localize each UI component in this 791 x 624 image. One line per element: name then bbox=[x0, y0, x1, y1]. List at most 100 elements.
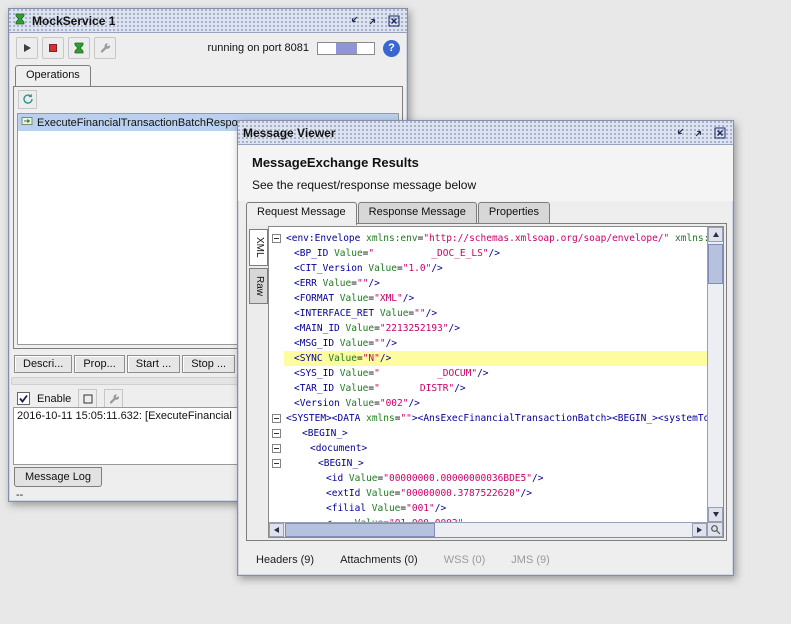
fold-gutter-cell bbox=[269, 426, 284, 441]
scrollbar-down-button[interactable] bbox=[708, 507, 723, 522]
xml-line: <ERR Value=""/> bbox=[294, 278, 380, 289]
clear-log-button[interactable] bbox=[78, 389, 98, 408]
fold-gutter-cell bbox=[269, 321, 284, 336]
restore-icon bbox=[677, 128, 684, 135]
mockservice-title: MockService 1 bbox=[32, 13, 116, 28]
xml-line: <BEGIN_> bbox=[318, 458, 364, 469]
refresh-operations-button[interactable] bbox=[18, 89, 37, 109]
mockservice-restore-button[interactable] bbox=[345, 13, 362, 28]
fold-gutter-cell bbox=[269, 396, 284, 411]
fold-collapse-icon[interactable] bbox=[272, 444, 281, 453]
wrench-icon bbox=[100, 43, 110, 53]
horizontal-scrollbar-thumb[interactable] bbox=[285, 523, 435, 537]
fold-collapse-icon[interactable] bbox=[272, 234, 281, 243]
operation-icon bbox=[21, 115, 33, 130]
scrollbar-right-button[interactable] bbox=[692, 523, 707, 537]
properties-button[interactable]: Prop... bbox=[74, 355, 125, 373]
mockservice-action-buttons: Descri... Prop... Start ... Stop ... bbox=[14, 355, 236, 373]
xml-code-area[interactable]: <env:Envelope xmlns:env="http://schemas.… bbox=[284, 227, 707, 522]
vertical-scrollbar[interactable] bbox=[707, 227, 723, 522]
xml-line: <extId Value="00000000.3787522620"/> bbox=[326, 488, 532, 499]
message-viewer-titlebar[interactable]: Message Viewer bbox=[238, 121, 733, 145]
mockservice-options-button[interactable] bbox=[94, 37, 116, 59]
scrollbar-up-button[interactable] bbox=[708, 227, 723, 242]
mockservice-close-button[interactable] bbox=[385, 13, 402, 28]
tab-raw[interactable]: Raw bbox=[249, 267, 268, 304]
tab-operations[interactable]: Operations bbox=[15, 65, 91, 86]
close-icon bbox=[714, 127, 725, 138]
progress-fill bbox=[336, 42, 357, 54]
tab-properties[interactable]: Properties bbox=[477, 202, 551, 224]
inspector-headers[interactable]: Headers (9) bbox=[254, 553, 316, 567]
operations-tab-row: Operations bbox=[15, 65, 91, 86]
fold-gutter-cell bbox=[269, 381, 284, 396]
xml-line: <document> bbox=[310, 443, 368, 454]
inspector-attachments[interactable]: Attachments (0) bbox=[338, 553, 420, 567]
xml-line: <SYS_ID Value=" _DOCUM"/> bbox=[294, 368, 489, 379]
inspector-wss: WSS (0) bbox=[443, 554, 486, 566]
tab-xml[interactable]: XML bbox=[249, 229, 268, 266]
xml-line: <BP_ID Value=" _DOC_E_LS"/> bbox=[294, 248, 500, 259]
operation-label: ExecuteFinancialTransactionBatchRespo bbox=[37, 116, 238, 129]
operations-toolbar bbox=[14, 87, 402, 111]
fold-gutter-cell bbox=[269, 231, 284, 246]
viewer-restore-button[interactable] bbox=[671, 125, 688, 140]
corner-button[interactable] bbox=[707, 522, 723, 537]
wrench-icon bbox=[109, 393, 119, 404]
start-script-button[interactable]: Start ... bbox=[126, 355, 181, 373]
vertical-scrollbar-thumb[interactable] bbox=[708, 244, 723, 284]
fold-gutter-cell bbox=[269, 246, 284, 261]
triangle-up-icon bbox=[712, 232, 719, 237]
log-options-button[interactable] bbox=[104, 389, 124, 408]
mockservice-toolbar: running on port 8081 ? bbox=[9, 33, 407, 63]
close-icon bbox=[388, 15, 399, 26]
fold-collapse-icon[interactable] bbox=[272, 414, 281, 423]
check-icon bbox=[19, 394, 28, 403]
message-tabs: Request Message Response Message Propert… bbox=[246, 202, 551, 225]
tab-message-log[interactable]: Message Log bbox=[14, 467, 103, 487]
help-button[interactable]: ? bbox=[383, 39, 400, 57]
fold-gutter-cell bbox=[269, 501, 284, 516]
description-button[interactable]: Descri... bbox=[14, 355, 73, 373]
fold-gutter-cell bbox=[269, 441, 284, 456]
fold-gutter-cell bbox=[269, 276, 284, 291]
xml-line: <MAIN_ID Value="2213252193"/> bbox=[294, 323, 460, 334]
mockservice-window-controls bbox=[345, 13, 402, 28]
square-icon bbox=[83, 394, 93, 403]
enable-label: Enable bbox=[37, 392, 72, 405]
mockservice-status-bar: -- bbox=[16, 489, 24, 501]
results-subtitle: See the request/response message below bbox=[252, 178, 477, 192]
stop-mockservice-button[interactable] bbox=[42, 37, 64, 59]
results-header: MessageExchange Results See the request/… bbox=[238, 145, 733, 201]
message-viewer-title: Message Viewer bbox=[243, 125, 336, 140]
mockservice-maximize-button[interactable] bbox=[365, 13, 382, 28]
fold-gutter[interactable] bbox=[269, 227, 284, 522]
xml-line: <TAR_ID Value=" DISTR"/> bbox=[294, 383, 466, 394]
viewer-maximize-button[interactable] bbox=[691, 125, 708, 140]
fold-gutter-cell bbox=[269, 456, 284, 471]
horizontal-scrollbar[interactable] bbox=[269, 522, 707, 537]
tab-response-message[interactable]: Response Message bbox=[357, 202, 477, 224]
tab-request-message[interactable]: Request Message bbox=[246, 202, 357, 225]
viewer-close-button[interactable] bbox=[711, 125, 728, 140]
fold-gutter-cell bbox=[269, 291, 284, 306]
run-mockservice-button[interactable] bbox=[16, 37, 38, 59]
scrollbar-left-button[interactable] bbox=[269, 523, 284, 537]
xml-line: <CIT_Version Value="1.0"/> bbox=[294, 263, 443, 274]
fold-collapse-icon[interactable] bbox=[272, 459, 281, 468]
mockservice-hourglass-icon bbox=[14, 12, 26, 30]
enable-checkbox[interactable] bbox=[17, 392, 30, 405]
xml-line: <BEGIN_> bbox=[302, 428, 348, 439]
fold-gutter-cell bbox=[269, 486, 284, 501]
mockservice-titlebar[interactable]: MockService 1 bbox=[9, 9, 407, 33]
stop-script-button[interactable]: Stop ... bbox=[182, 355, 236, 373]
magnifier-icon bbox=[710, 525, 720, 535]
xml-line: <SYSTEM><DATA xmlns=""><AnsExecFinancial… bbox=[286, 413, 707, 424]
refresh-icon bbox=[22, 94, 33, 104]
maximize-icon bbox=[695, 130, 702, 137]
fold-gutter-cell bbox=[269, 471, 284, 486]
xml-line: <MSG_ID Value=""/> bbox=[294, 338, 398, 349]
fold-collapse-icon[interactable] bbox=[272, 429, 281, 438]
message-log-toolbar: Enable bbox=[17, 389, 124, 408]
restart-mockservice-button[interactable] bbox=[68, 37, 90, 59]
